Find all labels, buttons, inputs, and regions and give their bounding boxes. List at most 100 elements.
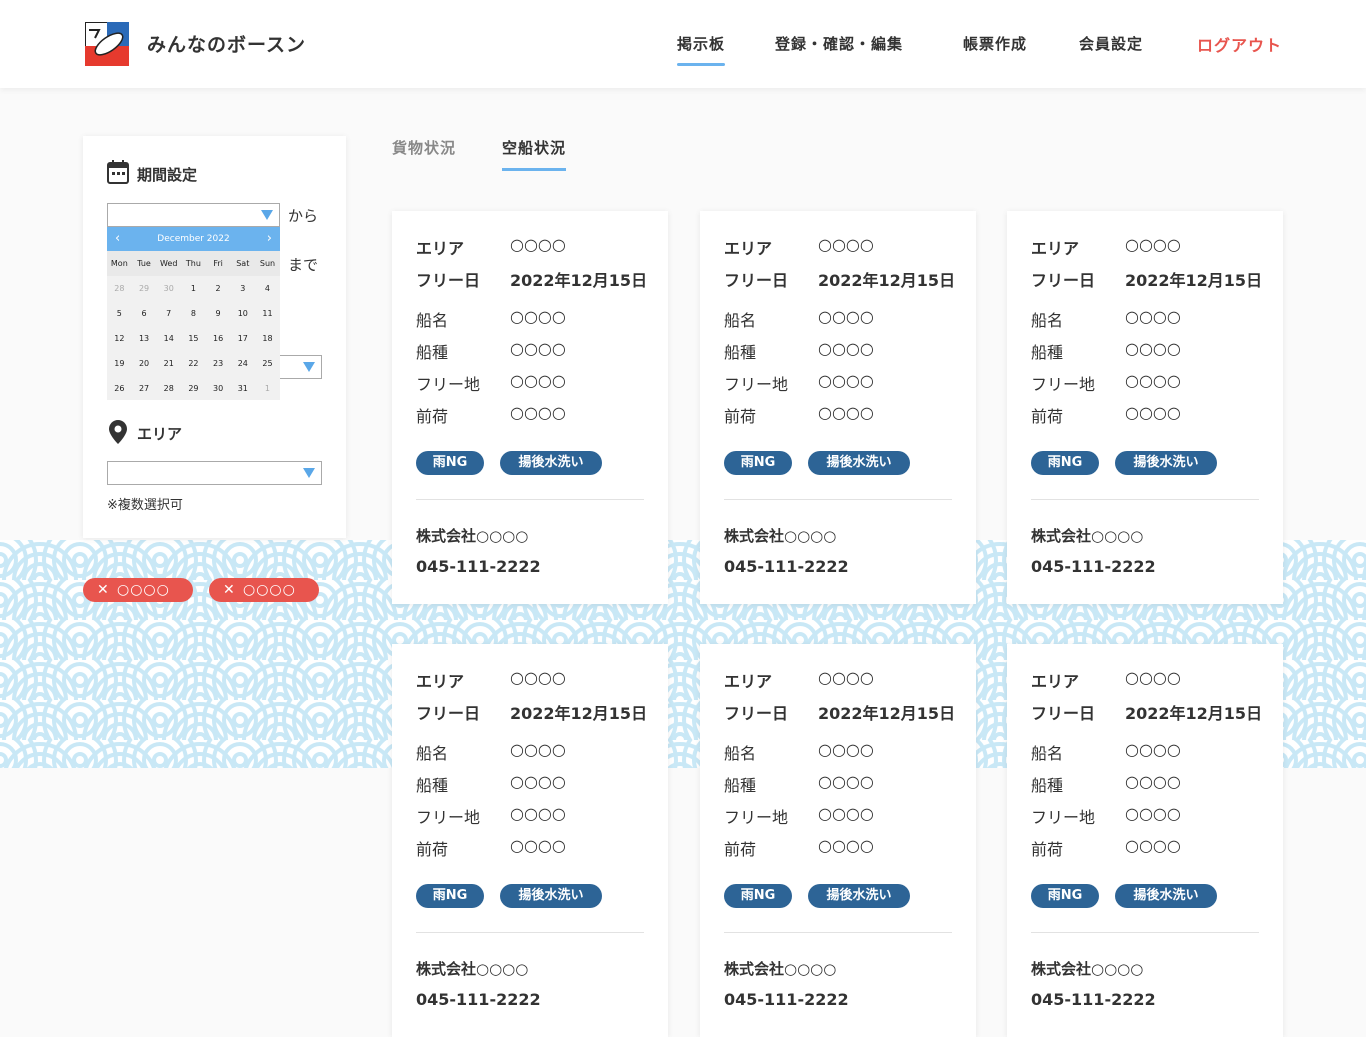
area-chip[interactable]: ✕ ○○○○ xyxy=(209,578,319,602)
calendar-day[interactable]: 29 xyxy=(132,284,157,293)
calendar-weekday: Wed xyxy=(159,259,178,268)
free-place-label: フリー地 xyxy=(1031,375,1096,394)
previous-cargo-value: ○○○○ xyxy=(1125,836,1181,855)
calendar-day[interactable]: 1 xyxy=(255,384,280,393)
free-date-label: フリー日 xyxy=(724,271,789,290)
calendar-day[interactable]: 2 xyxy=(206,284,231,293)
calendar-day[interactable]: 26 xyxy=(107,384,132,393)
free-date-value: 2022年12月15日 xyxy=(818,271,956,290)
ship-card[interactable]: エリア ○○○○ フリー日 2022年12月15日 船名 ○○○○ 船種 ○○○… xyxy=(700,644,976,1037)
calendar-day[interactable]: 1 xyxy=(181,284,206,293)
calendar-week-row: 5 6 7 8 9 10 11 xyxy=(107,301,280,326)
divider xyxy=(1031,932,1259,933)
logout-link[interactable]: ログアウト xyxy=(1197,32,1282,56)
calendar-day[interactable]: 30 xyxy=(206,384,231,393)
area-label: エリア xyxy=(1031,672,1080,691)
calendar-weekday: Sun xyxy=(259,259,276,268)
ship-name-value: ○○○○ xyxy=(818,307,874,326)
calendar-day[interactable]: 15 xyxy=(181,334,206,343)
calendar-day[interactable]: 8 xyxy=(181,309,206,318)
free-place-label: フリー地 xyxy=(724,375,789,394)
phone-number[interactable]: 045-111-2222 xyxy=(724,557,849,576)
ship-name-value: ○○○○ xyxy=(818,740,874,759)
calendar-day[interactable]: 16 xyxy=(206,334,231,343)
calendar-day[interactable]: 28 xyxy=(156,384,181,393)
calendar-weekday: Mon xyxy=(110,259,128,268)
nav-bulletin-board[interactable]: 掲示板 xyxy=(677,33,726,66)
date-picker[interactable]: ‹ December 2022 › Mon Tue Wed Thu Fri Sat Sun 2… xyxy=(107,227,280,400)
calendar-day[interactable]: 29 xyxy=(181,384,206,393)
ship-card[interactable]: エリア ○○○○ フリー日 2022年12月15日 船名 ○○○○ 船種 ○○○… xyxy=(700,211,976,604)
calendar-day[interactable]: 28 xyxy=(107,284,132,293)
nav-member-settings[interactable]: 会員設定 xyxy=(1079,33,1143,54)
phone-number[interactable]: 045-111-2222 xyxy=(1031,557,1156,576)
calendar-day[interactable]: 6 xyxy=(132,309,157,318)
free-date-value: 2022年12月15日 xyxy=(510,271,648,290)
calendar-day[interactable]: 24 xyxy=(230,359,255,368)
previous-cargo-label: 前荷 xyxy=(724,840,757,859)
divider xyxy=(724,499,952,500)
calendar-day[interactable]: 13 xyxy=(132,334,157,343)
calendar-day[interactable]: 3 xyxy=(230,284,255,293)
area-chip-label: ○○○○ xyxy=(243,582,296,598)
calendar-day[interactable]: 11 xyxy=(255,309,280,318)
free-date-label: フリー日 xyxy=(1031,271,1096,290)
company-name: 株式会社○○○○ xyxy=(416,527,529,545)
tag-wash-after-unload: 揚後水洗い xyxy=(1115,451,1217,475)
calendar-day[interactable]: 5 xyxy=(107,309,132,318)
area-select[interactable] xyxy=(107,461,322,485)
calendar-day[interactable]: 4 xyxy=(255,284,280,293)
tag-wash-after-unload: 揚後水洗い xyxy=(808,884,910,908)
calendar-icon xyxy=(107,160,129,184)
calendar-day[interactable]: 12 xyxy=(107,334,132,343)
location-pin-icon xyxy=(109,420,127,444)
ship-card[interactable]: エリア ○○○○ フリー日 2022年12月15日 船名 ○○○○ 船種 ○○○… xyxy=(392,211,668,604)
calendar-day[interactable]: 9 xyxy=(206,309,231,318)
divider xyxy=(416,932,644,933)
calendar-day[interactable]: 23 xyxy=(206,359,231,368)
phone-number[interactable]: 045-111-2222 xyxy=(416,990,541,1009)
calendar-day[interactable]: 21 xyxy=(156,359,181,368)
tag-no-rain: 雨NG xyxy=(1031,451,1099,475)
calendar-day[interactable]: 22 xyxy=(181,359,206,368)
nav-register-edit[interactable]: 登録・確認・編集 xyxy=(775,33,903,54)
area-label: エリア xyxy=(416,672,465,691)
phone-number[interactable]: 045-111-2222 xyxy=(416,557,541,576)
calendar-day[interactable]: 7 xyxy=(156,309,181,318)
nav-reports[interactable]: 帳票作成 xyxy=(963,33,1027,54)
calendar-day[interactable]: 14 xyxy=(156,334,181,343)
free-date-label: フリー日 xyxy=(416,271,481,290)
area-label: エリア xyxy=(1031,239,1080,258)
ship-type-label: 船種 xyxy=(416,343,449,362)
tag-wash-after-unload: 揚後水洗い xyxy=(500,451,602,475)
previous-cargo-value: ○○○○ xyxy=(818,836,874,855)
calendar-day[interactable]: 27 xyxy=(132,384,157,393)
calendar-day[interactable]: 30 xyxy=(156,284,181,293)
calendar-day[interactable]: 17 xyxy=(230,334,255,343)
ship-card[interactable]: エリア ○○○○ フリー日 2022年12月15日 船名 ○○○○ 船種 ○○○… xyxy=(1007,211,1283,604)
chevron-down-icon xyxy=(261,210,273,220)
area-chip[interactable]: ✕ ○○○○ xyxy=(83,578,193,602)
calendar-day[interactable]: 19 xyxy=(107,359,132,368)
ship-card[interactable]: エリア ○○○○ フリー日 2022年12月15日 船名 ○○○○ 船種 ○○○… xyxy=(392,644,668,1037)
chevron-right-icon[interactable]: › xyxy=(267,231,272,246)
phone-number[interactable]: 045-111-2222 xyxy=(1031,990,1156,1009)
close-icon[interactable]: ✕ xyxy=(97,578,109,602)
calendar-day[interactable]: 25 xyxy=(255,359,280,368)
calendar-day[interactable]: 31 xyxy=(230,384,255,393)
calendar-day[interactable]: 10 xyxy=(230,309,255,318)
area-label: エリア xyxy=(416,239,465,258)
calendar-day[interactable]: 20 xyxy=(132,359,157,368)
logo-icon[interactable] xyxy=(85,22,129,66)
calendar-day[interactable]: 18 xyxy=(255,334,280,343)
period-from-select[interactable] xyxy=(107,203,280,227)
phone-number[interactable]: 045-111-2222 xyxy=(724,990,849,1009)
ship-card[interactable]: エリア ○○○○ フリー日 2022年12月15日 船名 ○○○○ 船種 ○○○… xyxy=(1007,644,1283,1037)
close-icon[interactable]: ✕ xyxy=(223,578,235,602)
ship-type-value: ○○○○ xyxy=(818,772,874,791)
brand-name: みんなのボースン xyxy=(147,34,307,56)
previous-cargo-value: ○○○○ xyxy=(510,403,566,422)
tab-cargo-status[interactable]: 貨物状況 xyxy=(392,137,456,158)
calendar-weekday: Tue xyxy=(137,259,151,268)
tab-empty-ship-status[interactable]: 空船状況 xyxy=(502,137,567,171)
